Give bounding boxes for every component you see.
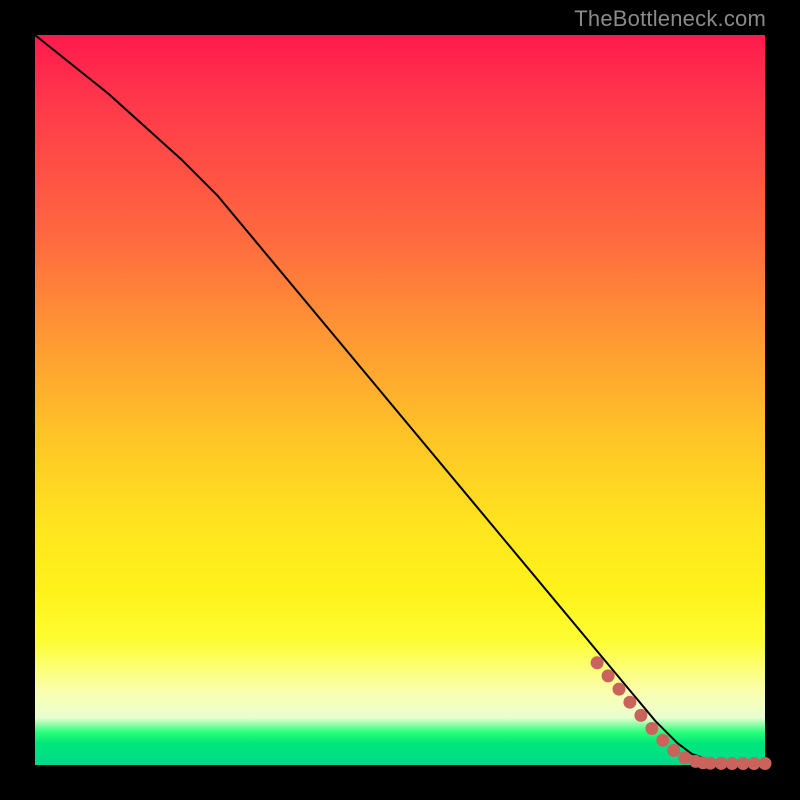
data-marker: [645, 722, 658, 735]
data-marker: [591, 656, 604, 669]
marker-group: [591, 656, 772, 770]
plot-area: [35, 35, 765, 765]
data-marker: [656, 734, 669, 747]
data-marker: [759, 757, 772, 770]
data-marker: [634, 709, 647, 722]
chart-overlay: [35, 35, 765, 765]
data-marker: [613, 683, 626, 696]
curve-line: [35, 35, 765, 764]
data-marker: [602, 669, 615, 682]
data-marker: [623, 696, 636, 709]
watermark-text: TheBottleneck.com: [574, 6, 766, 32]
data-marker: [667, 744, 680, 757]
chart-stage: TheBottleneck.com: [0, 0, 800, 800]
